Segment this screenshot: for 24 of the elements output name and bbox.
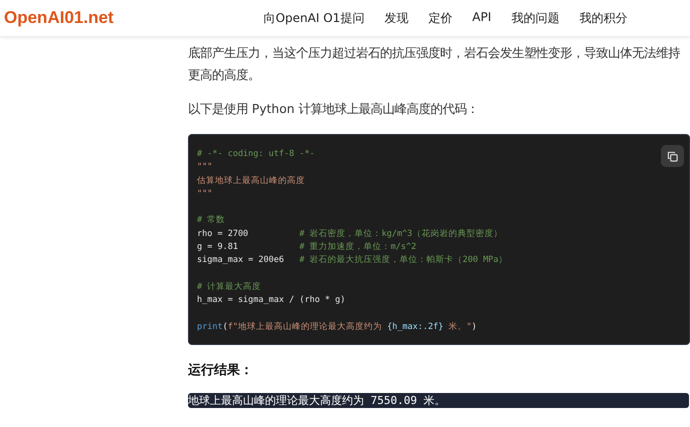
code-line: """	[197, 161, 214, 174]
nav-link[interactable]: 发现	[384, 10, 408, 26]
code-line: h_max = sigma_max / (rho * g)	[197, 294, 346, 308]
nav-link[interactable]: 向OpenAI O1提问	[264, 10, 364, 26]
copy-icon	[667, 150, 678, 162]
nav-link[interactable]: 我的积分	[579, 10, 628, 26]
result-output: 地球上最高山峰的理论最大高度约为 7550.09 米。	[188, 393, 689, 408]
code-line: g = 9.81 # 重力加速度，单位：m/s^2	[197, 241, 418, 254]
code-line: print(f"地球上最高山峰的理论最大高度约为 {h_max:.2f} 米。")	[197, 320, 478, 334]
site-logo[interactable]: OpenAI01.net	[4, 8, 114, 28]
nav-link[interactable]: 定价	[428, 10, 452, 26]
nav-link[interactable]: 我的问题	[511, 10, 560, 26]
code-line: # 常数	[197, 214, 226, 228]
nav-link[interactable]: API	[472, 10, 492, 26]
article-paragraph: 以下是使用 Python 计算地球上最高山峰高度的代码：	[188, 101, 480, 118]
code-line: rho = 2700 # 岩石密度，单位：kg/m^3（花岗岩的典型密度）	[197, 228, 504, 241]
copy-button[interactable]	[661, 145, 684, 167]
result-heading: 运行结果：	[188, 362, 254, 380]
code-line: # 计算最大高度	[197, 280, 262, 294]
code-line: 估算地球上最高山峰的高度	[197, 174, 306, 188]
article-paragraph: 底部产生压力，当这个压力超过岩石的抗压强度时，岩石会发生塑性变形，导致山体无法维持更高的高度。	[188, 45, 681, 84]
code-line: # -*- coding: utf-8 -*-	[197, 148, 316, 161]
code-line: sigma_max = 200e6 # 岩石的最大抗压强度，单位：帕斯卡（200 MPa）	[197, 254, 508, 268]
code-line: """	[197, 188, 214, 201]
